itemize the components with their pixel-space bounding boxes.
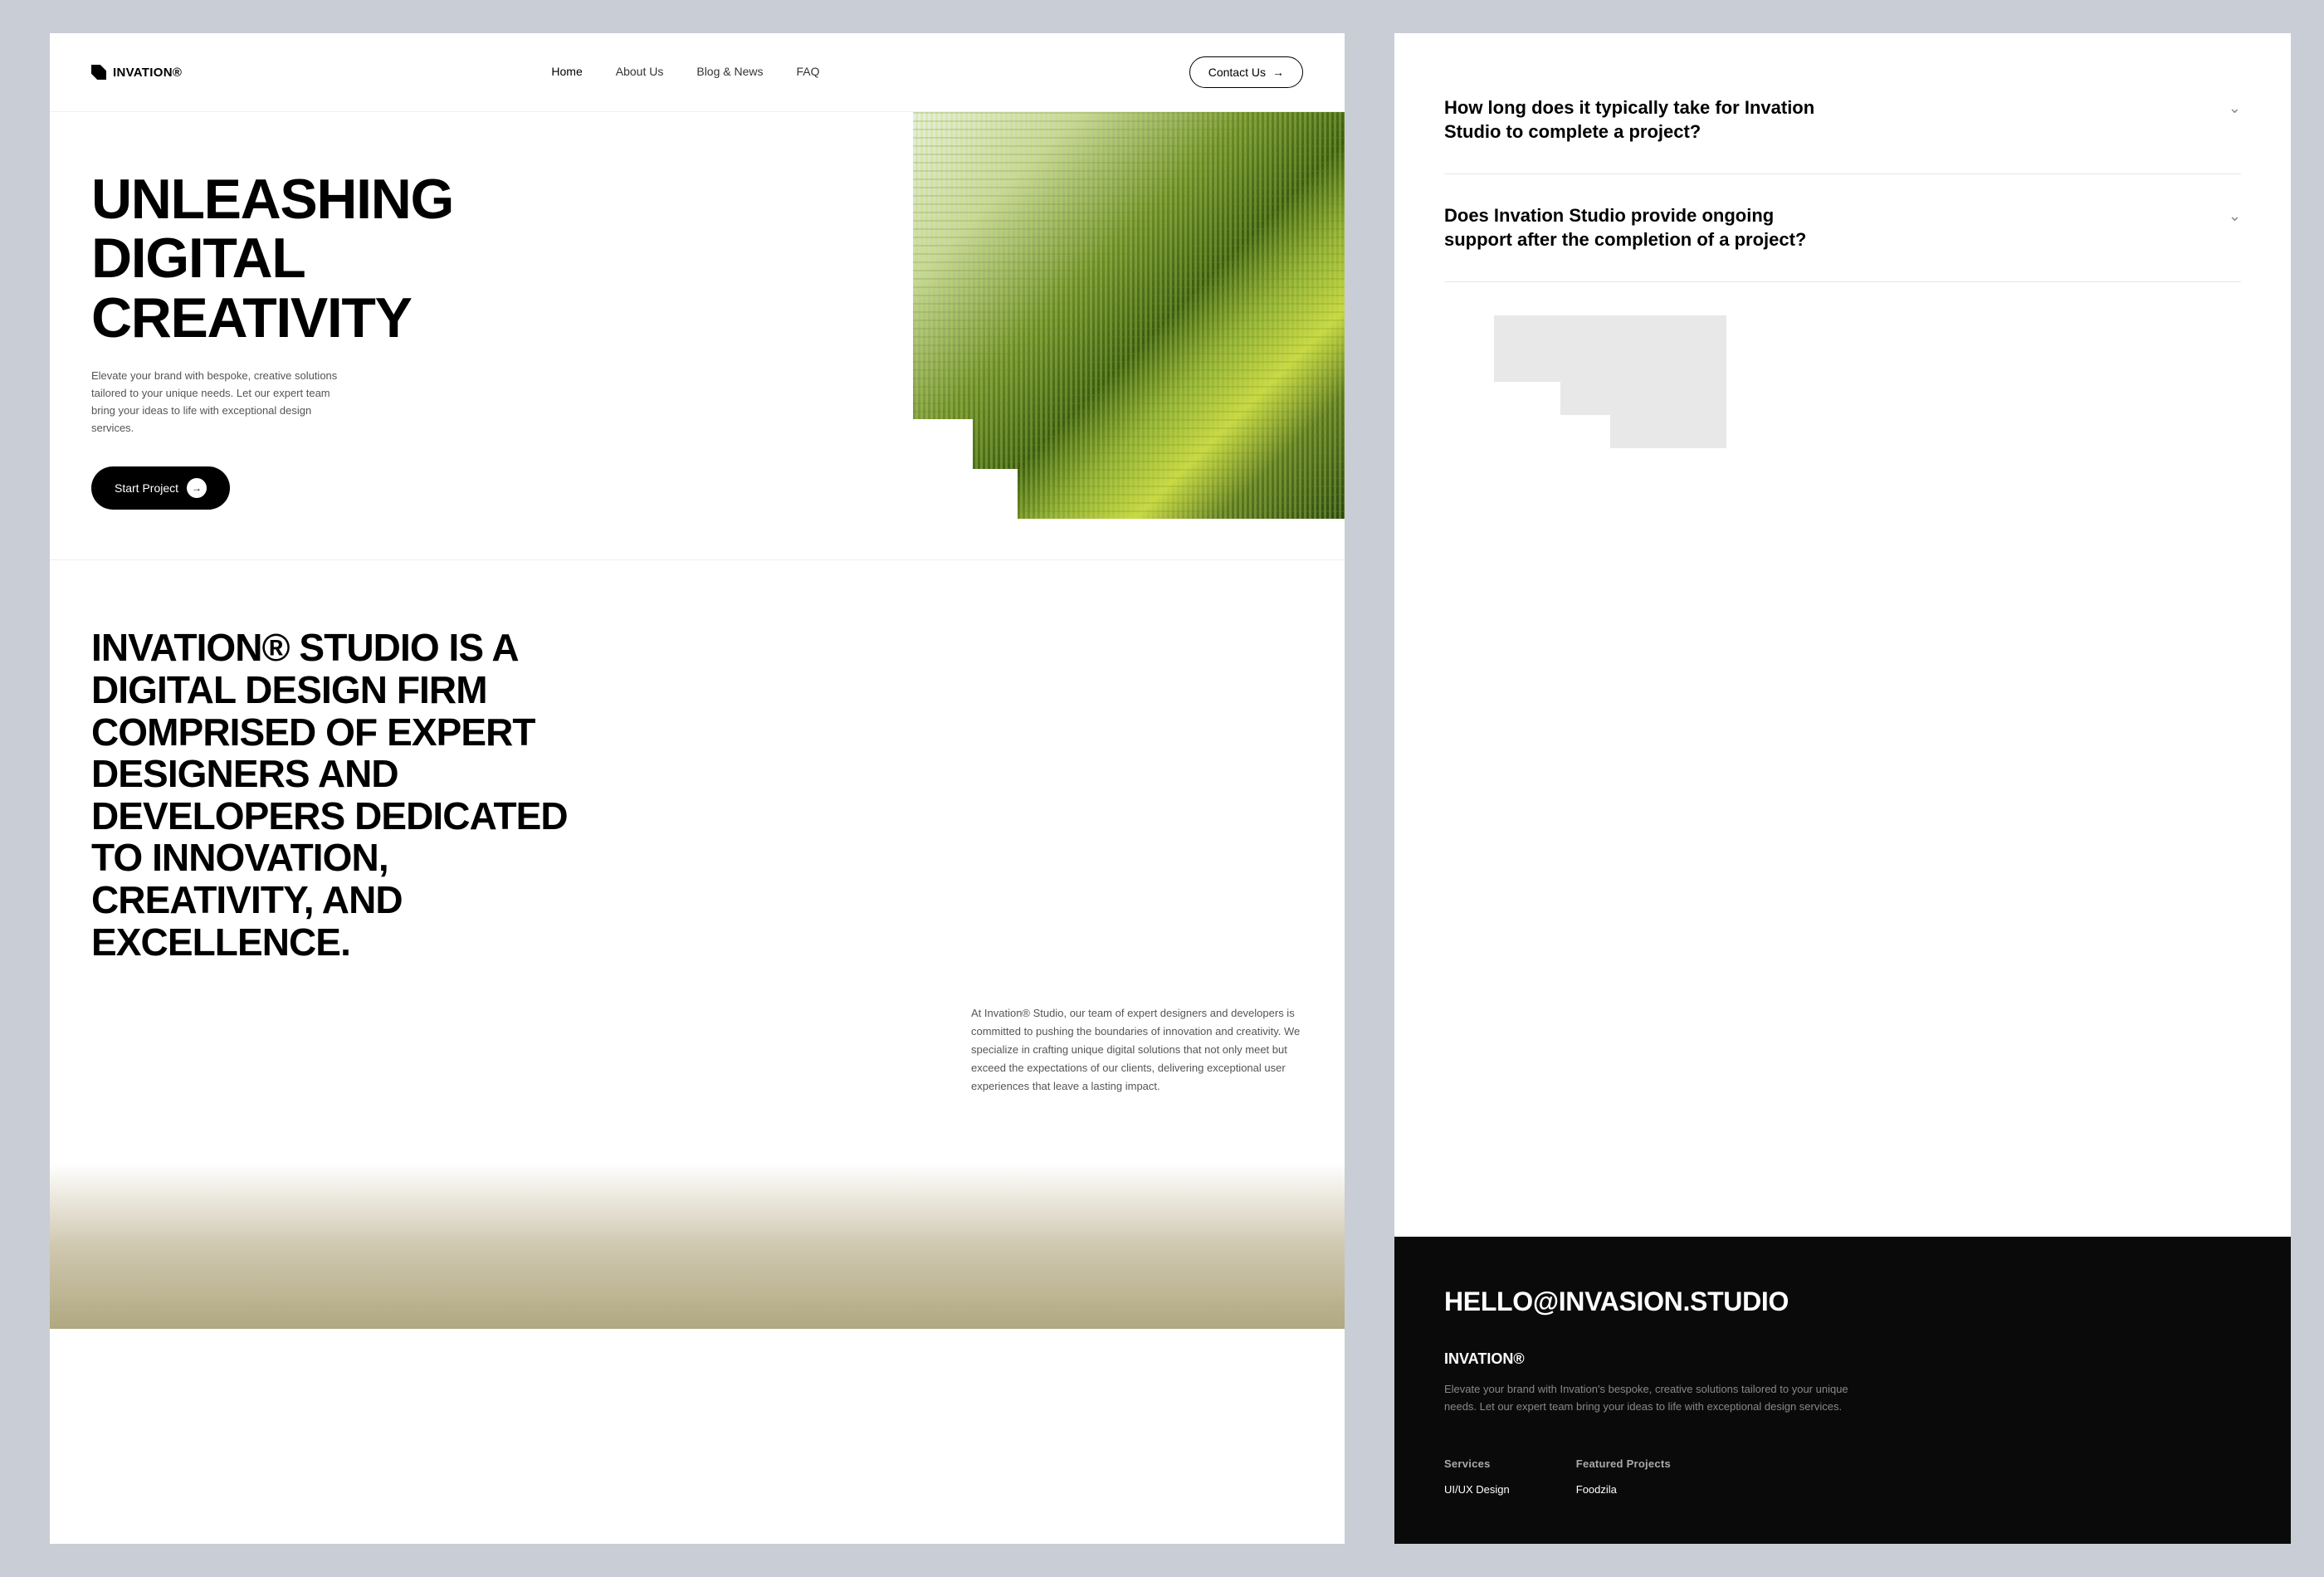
start-project-button[interactable]: Start Project → [91, 466, 230, 510]
nav-links: Home About Us Blog & News FAQ [551, 65, 819, 80]
logo-icon [91, 65, 106, 80]
nav-home[interactable]: Home [551, 65, 582, 78]
footer-services-label: Services [1444, 1457, 1510, 1470]
footer-email: HELLO@INVASION.STUDIO [1444, 1286, 2241, 1317]
contact-button[interactable]: Contact Us → [1189, 56, 1303, 88]
logo: INVATION® [91, 65, 182, 80]
footer-col-projects: Featured Projects Foodzila [1576, 1457, 1671, 1502]
footer-col-services: Services UI/UX Design [1444, 1457, 1510, 1502]
arrow-icon: → [1272, 66, 1284, 79]
footer-dark: HELLO@INVASION.STUDIO INVATION® Elevate … [1394, 1237, 2291, 1544]
about-body: At Invation® Studio, our team of expert … [91, 1004, 1303, 1096]
start-button-label: Start Project [115, 481, 178, 495]
footer-columns: Services UI/UX Design Featured Projects … [1444, 1457, 2241, 1502]
hero-image-inner [913, 112, 1345, 519]
right-panel: How long does it typically take for Inva… [1394, 0, 2324, 1577]
about-body-text: At Invation® Studio, our team of expert … [971, 1004, 1303, 1096]
hero-heading-line1: UNLEASHING [91, 168, 453, 231]
faq-q-text-2: Does Invation Studio provide ongoing sup… [1444, 204, 1843, 251]
hero-image [913, 112, 1345, 519]
footer-projects-list: Foodzila [1576, 1483, 1671, 1496]
footer-service-item: UI/UX Design [1444, 1483, 1510, 1496]
hero-text: UNLEASHING DIGITAL CREATIVITY Elevate yo… [91, 170, 506, 510]
glitch-waves [913, 112, 1345, 519]
hero-heading: UNLEASHING DIGITAL CREATIVITY [91, 170, 506, 348]
faq-question-2: Does Invation Studio provide ongoing sup… [1444, 204, 2241, 251]
footer-desc: Elevate your brand with Invation's bespo… [1444, 1381, 1859, 1416]
contact-button-label: Contact Us [1208, 66, 1266, 79]
faq-question-1: How long does it typically take for Inva… [1444, 96, 2241, 144]
about-heading: INVATION® STUDIO IS A DIGITAL DESIGN FIR… [91, 627, 573, 963]
website-container: INVATION® Home About Us Blog & News FAQ … [50, 33, 1345, 1544]
faq-q-text-1: How long does it typically take for Inva… [1444, 96, 1843, 144]
staircase-shape [1494, 299, 2191, 448]
footer-projects-label: Featured Projects [1576, 1457, 1671, 1470]
hero-subtitle: Elevate your brand with bespoke, creativ… [91, 368, 357, 437]
nav-about[interactable]: About Us [616, 65, 664, 78]
faq-section: How long does it typically take for Inva… [1394, 33, 2291, 1237]
hero-heading-line2: DIGITAL CREATIVITY [91, 227, 412, 349]
footer-project-item: Foodzila [1576, 1483, 1671, 1496]
btn-arrow-icon: → [187, 478, 207, 498]
faq-item-1: How long does it typically take for Inva… [1444, 66, 2241, 174]
nav-faq[interactable]: FAQ [797, 65, 820, 78]
nav-blog[interactable]: Blog & News [696, 65, 763, 78]
bottom-preview [50, 1163, 1345, 1329]
brand-name: INVATION® [113, 66, 182, 80]
navbar: INVATION® Home About Us Blog & News FAQ … [50, 33, 1345, 112]
right-container: How long does it typically take for Inva… [1394, 33, 2291, 1544]
faq-chevron-1[interactable]: ⌄ [2229, 100, 2241, 117]
stair-block-3 [1610, 382, 1726, 448]
left-panel: INVATION® Home About Us Blog & News FAQ … [0, 0, 1394, 1577]
footer-brand: INVATION® [1444, 1350, 2241, 1368]
about-section: INVATION® STUDIO IS A DIGITAL DESIGN FIR… [50, 559, 1345, 1162]
hero-section: UNLEASHING DIGITAL CREATIVITY Elevate yo… [50, 112, 1345, 559]
faq-item-2: Does Invation Studio provide ongoing sup… [1444, 174, 2241, 282]
faq-chevron-2[interactable]: ⌄ [2229, 208, 2241, 225]
footer-services-list: UI/UX Design [1444, 1483, 1510, 1496]
